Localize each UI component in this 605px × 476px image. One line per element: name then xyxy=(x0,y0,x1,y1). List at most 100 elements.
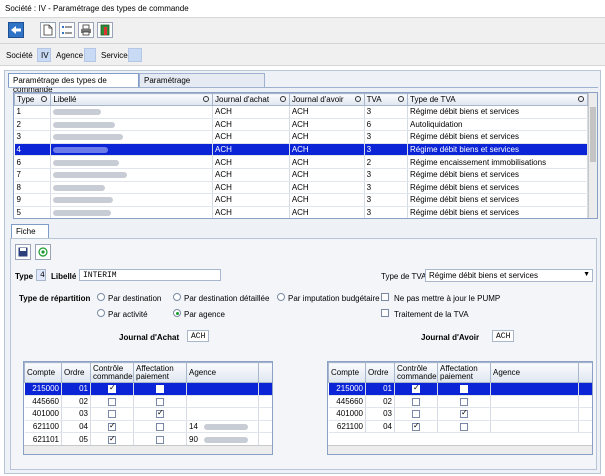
affectation-checkbox[interactable] xyxy=(156,422,164,431)
affectation-checkbox[interactable] xyxy=(460,422,468,431)
achat-accounts-table[interactable]: Compte Ordre Contrôle commande Affectati… xyxy=(23,361,273,455)
table-row[interactable]: 215000 01 xyxy=(24,382,272,396)
cell-type-tva: Autoliquidation xyxy=(407,118,588,132)
achat-col-compte[interactable]: Compte xyxy=(24,362,62,383)
table-row[interactable]: 7 ACH ACH 3 Régime débit biens et services xyxy=(14,168,597,182)
col-journal-achat[interactable]: Journal d'achat xyxy=(212,93,290,106)
achat-col-ordre[interactable]: Ordre xyxy=(61,362,91,383)
exit-door-icon[interactable] xyxy=(97,22,113,38)
table-row[interactable]: 401000 03 xyxy=(24,407,272,421)
table-row[interactable]: 3 ACH ACH 3 Régime débit biens et services xyxy=(14,130,597,144)
table-row[interactable]: 2 ACH ACH 6 Autoliquidation xyxy=(14,118,597,132)
table-row[interactable]: 215000 01 xyxy=(328,382,592,396)
avoir-cell-controle xyxy=(394,382,438,396)
controle-checkbox[interactable] xyxy=(412,397,420,406)
achat-hscroll[interactable] xyxy=(24,445,272,454)
service-value[interactable] xyxy=(128,48,142,62)
pump-checkbox[interactable] xyxy=(381,293,389,301)
societe-value[interactable]: IV xyxy=(37,48,51,62)
achat-cell-agence xyxy=(186,395,259,409)
achat-col-controle[interactable]: Contrôle commande xyxy=(90,362,134,383)
affectation-checkbox[interactable] xyxy=(156,397,164,406)
controle-checkbox[interactable] xyxy=(108,383,116,394)
table-row[interactable]: 621100 04 xyxy=(328,420,592,434)
achat-col-affectation[interactable]: Affectation paiement xyxy=(133,362,187,383)
journal-achat-input[interactable]: ACH xyxy=(187,330,209,342)
controle-checkbox[interactable] xyxy=(108,434,116,444)
controle-checkbox[interactable] xyxy=(108,421,116,431)
type-tva-select[interactable]: Régime débit biens et services ▼ xyxy=(425,269,593,282)
cell-tva: 3 xyxy=(364,105,409,119)
tva-treatment-checkbox[interactable] xyxy=(381,309,389,317)
table-row[interactable]: 62110105 90 xyxy=(24,432,272,446)
radio-par-destination[interactable] xyxy=(97,293,105,301)
avoir-accounts-table[interactable]: Compte Ordre Contrôle commande Affectati… xyxy=(327,361,593,455)
back-arrow-icon[interactable] xyxy=(8,22,24,38)
col-libelle[interactable]: Libellé xyxy=(50,93,214,106)
table-row[interactable]: 62110004 14 xyxy=(24,420,272,434)
types-table[interactable]: Type Libellé Journal d'achat Journal d'a… xyxy=(13,92,598,219)
achat-settings-icon[interactable] xyxy=(258,362,272,383)
table-row[interactable]: 6 ACH ACH 2 Régime encaissement immobilisati… xyxy=(14,155,597,169)
affectation-checkbox[interactable] xyxy=(156,408,164,419)
cell-type: 1 xyxy=(14,105,52,119)
cell-type: 8 xyxy=(14,181,52,195)
table-row[interactable]: 445660 02 xyxy=(328,395,592,409)
table-row[interactable]: 1 ACH ACH 3 Régime débit biens et services xyxy=(14,105,597,119)
table-row[interactable]: 5 ACH ACH 3 Régime débit biens et services xyxy=(14,206,597,218)
agence-value[interactable] xyxy=(84,48,96,62)
controle-checkbox[interactable] xyxy=(108,410,116,419)
repartition-label: Type de répartition xyxy=(19,294,91,303)
achat-cell-compte: 445660 xyxy=(24,395,62,409)
achat-cell-controle xyxy=(90,395,134,409)
service-label: Service xyxy=(101,51,128,60)
tab-parametrage[interactable]: Paramétrage xyxy=(139,73,265,87)
achat-cell-affectation xyxy=(133,407,187,421)
col-tva[interactable]: TVA xyxy=(363,93,409,106)
col-type-tva[interactable]: Type de TVA xyxy=(407,93,588,106)
radio-par-activite[interactable] xyxy=(97,309,105,317)
radio-par-agence[interactable] xyxy=(173,309,181,317)
table-row[interactable]: 445660 02 xyxy=(24,395,272,409)
journal-avoir-input[interactable]: ACH xyxy=(492,330,514,342)
affectation-checkbox[interactable] xyxy=(156,435,164,444)
new-document-icon[interactable] xyxy=(40,22,56,38)
save-icon[interactable] xyxy=(15,244,31,260)
avoir-hscroll[interactable] xyxy=(328,445,592,454)
table-row[interactable]: 4 ACH ACH 3 Régime débit biens et services xyxy=(14,143,597,157)
avoir-col-affectation[interactable]: Affectation paiement xyxy=(437,362,491,383)
table-row[interactable]: 8 ACH ACH 3 Régime débit biens et services xyxy=(14,181,597,195)
cell-tva: 3 xyxy=(364,130,409,144)
affectation-checkbox[interactable] xyxy=(460,397,468,406)
affectation-checkbox[interactable] xyxy=(460,408,468,419)
controle-checkbox[interactable] xyxy=(412,410,420,419)
affectation-checkbox[interactable] xyxy=(156,385,164,394)
redacted-agence xyxy=(203,423,248,430)
controle-checkbox[interactable] xyxy=(412,383,420,394)
avoir-col-controle[interactable]: Contrôle commande xyxy=(394,362,438,383)
achat-col-agence[interactable]: Agence xyxy=(186,362,259,383)
types-table-scrollbar[interactable] xyxy=(588,93,597,218)
controle-checkbox[interactable] xyxy=(108,397,116,406)
controle-checkbox[interactable] xyxy=(412,421,420,431)
avoir-settings-icon[interactable] xyxy=(578,362,592,383)
avoir-col-compte[interactable]: Compte xyxy=(328,362,366,383)
type-tva-label: Type de TVA xyxy=(381,272,427,281)
tab-fiche[interactable]: Fiche xyxy=(11,224,49,238)
list-icon[interactable] xyxy=(59,22,75,38)
radio-par-imputation[interactable] xyxy=(277,293,285,301)
affectation-checkbox[interactable] xyxy=(460,385,468,394)
table-row[interactable]: 401000 03 xyxy=(328,407,592,421)
avoir-cell-ordre: 02 xyxy=(365,395,395,409)
table-row[interactable]: 9 ACH ACH 3 Régime débit biens et services xyxy=(14,193,597,207)
col-journal-avoir[interactable]: Journal d'avoir xyxy=(288,93,365,106)
refresh-icon[interactable] xyxy=(35,244,51,260)
print-icon[interactable] xyxy=(78,22,94,38)
col-type[interactable]: Type xyxy=(14,93,52,106)
radio-par-destination-detaillee[interactable] xyxy=(173,293,181,301)
tab-parametrage-types[interactable]: Paramétrage des types de commande xyxy=(8,73,139,94)
avoir-col-agence[interactable]: Agence xyxy=(490,362,579,383)
libelle-input[interactable]: INTERIM xyxy=(79,269,221,281)
avoir-col-ordre[interactable]: Ordre xyxy=(365,362,395,383)
cell-tva: 3 xyxy=(364,143,409,157)
